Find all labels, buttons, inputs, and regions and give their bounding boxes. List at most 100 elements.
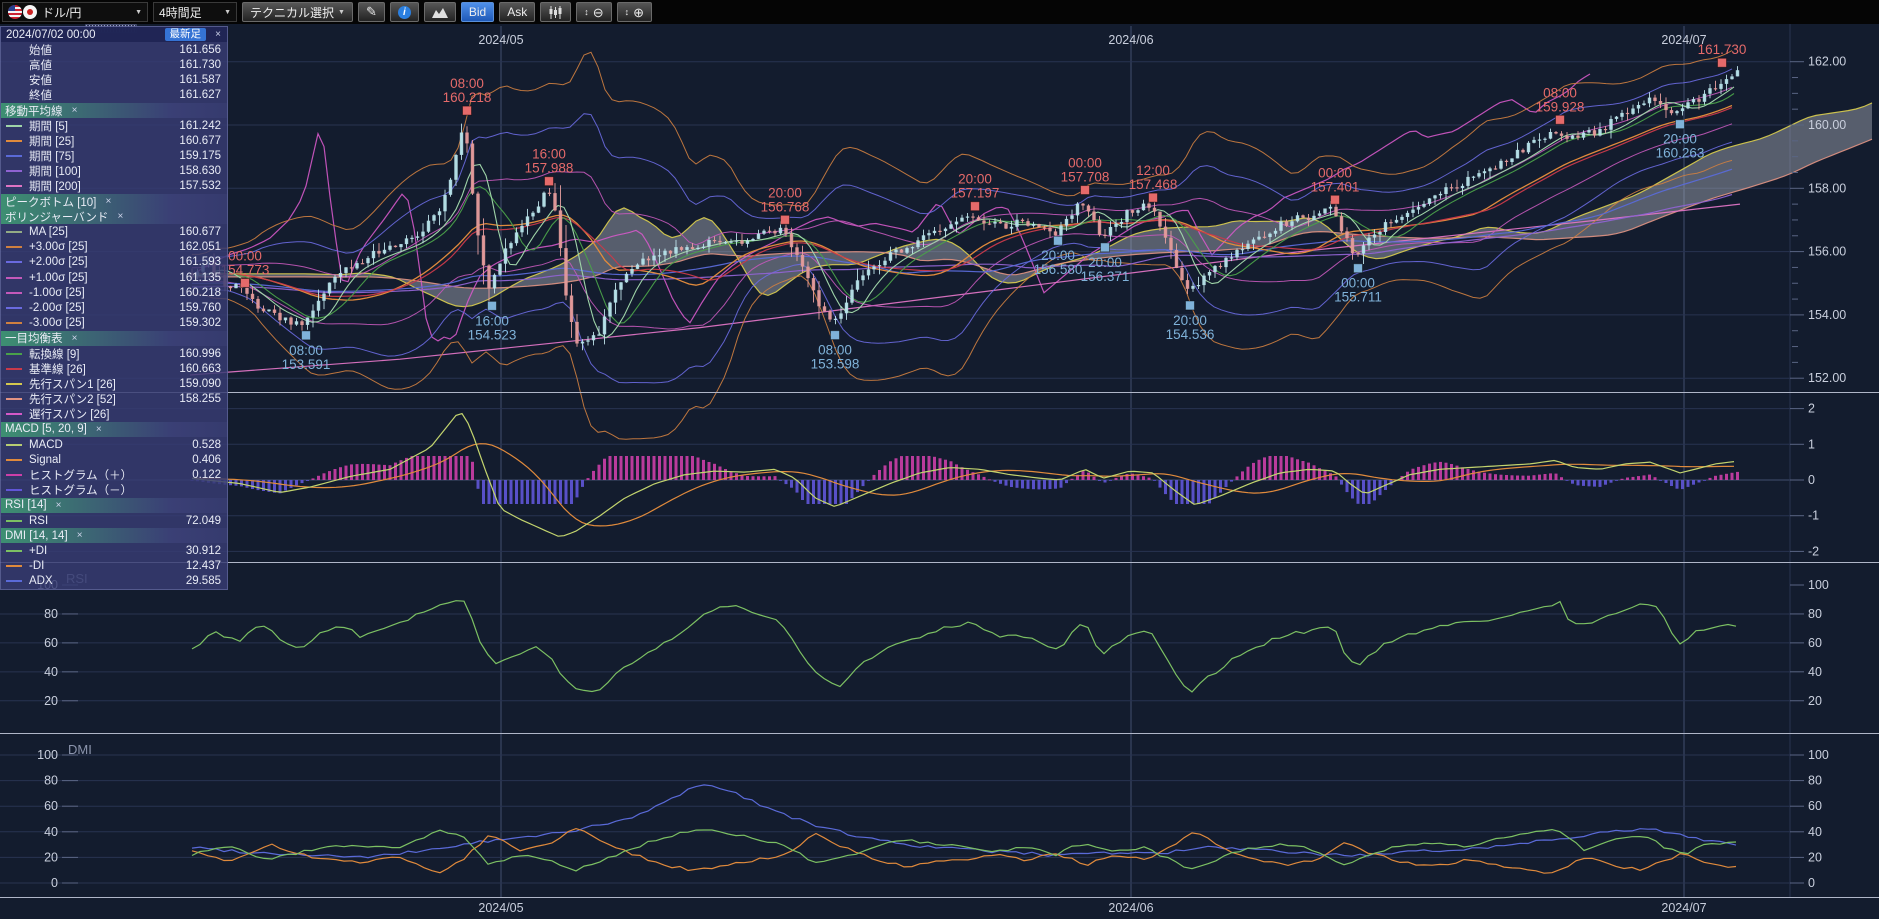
candle-body [1703, 94, 1706, 102]
close-icon[interactable]: × [69, 105, 81, 116]
indicator-label: 先行スパン2 [52] [29, 391, 116, 407]
indicator-label: 転換線 [9] [29, 346, 79, 362]
close-icon[interactable]: × [53, 500, 65, 511]
candle-body [548, 193, 551, 194]
close-icon[interactable]: × [212, 29, 224, 40]
macd-histogram-bar [1648, 475, 1651, 480]
candle-body [1367, 238, 1370, 246]
zoom-out-button[interactable]: ↕⊖ [576, 2, 611, 22]
candle-body [432, 215, 435, 221]
candle-body [471, 144, 474, 194]
chart-style-button[interactable] [424, 2, 456, 22]
candle-body [1499, 161, 1502, 169]
technical-select-button[interactable]: テクニカル選択 ▼ [242, 2, 353, 22]
zoom-in-button[interactable]: ↕⊕ [617, 2, 652, 22]
macd-histogram-bar [1351, 480, 1354, 499]
candle-body [823, 306, 826, 311]
indicator-label: 期間 [25] [29, 133, 74, 149]
macd-histogram-bar [983, 477, 986, 480]
indicator-value: 157.532 [179, 180, 224, 192]
month-label-bottom: 2024/05 [478, 901, 523, 915]
candle-body [636, 265, 639, 269]
indicator-label: 高値 [29, 57, 52, 73]
draw-tool-button[interactable]: ✎ [358, 2, 385, 22]
candle-body [1301, 215, 1304, 217]
macd-histogram-bar [1736, 472, 1739, 480]
bottom-marker [1676, 120, 1685, 129]
candle-body [1010, 227, 1013, 229]
indicator-label: MA [25] [29, 226, 68, 238]
chart-canvas[interactable]: 2024/052024/052024/062024/062024/072024/… [0, 0, 1879, 919]
candle-body [889, 252, 892, 261]
macd-histogram-bar [334, 469, 337, 480]
info-button[interactable]: i [390, 2, 419, 22]
month-label-bottom: 2024/06 [1108, 901, 1153, 915]
candle-body [542, 193, 545, 207]
candle-body [1076, 204, 1079, 216]
line-color-swatch [6, 155, 22, 157]
bid-button[interactable]: Bid [461, 2, 494, 22]
bottom-time-label: 00:00 [1341, 276, 1375, 291]
peak-time-label: 00:00 [228, 248, 262, 263]
candle-body [1048, 228, 1051, 232]
macd-histogram-bar [411, 456, 414, 480]
candle-body [1593, 130, 1596, 135]
candle-body [586, 340, 589, 341]
candle-body [817, 290, 820, 306]
peak-marker [1149, 193, 1158, 202]
macd-histogram-bar [763, 476, 766, 480]
currency-pair-select[interactable]: ドル/円 ▼ [2, 2, 148, 22]
close-icon[interactable]: × [93, 424, 105, 435]
macd-histogram-bar [1236, 476, 1239, 480]
peak-marker [241, 278, 250, 287]
candle-body [1439, 194, 1442, 195]
macd-histogram-bar [691, 456, 694, 480]
macd-histogram-bar [702, 460, 705, 480]
close-icon[interactable]: × [114, 211, 126, 222]
macd-histogram-bar [356, 464, 359, 480]
candle-body [614, 290, 617, 303]
ask-button[interactable]: Ask [499, 2, 535, 22]
close-icon[interactable]: × [74, 530, 86, 541]
indicator-label: MACD [29, 439, 63, 451]
macd-histogram-bar [697, 458, 700, 481]
macd-histogram-bar [988, 479, 991, 480]
line-color-swatch [6, 185, 22, 187]
candlestick-icon [548, 6, 563, 19]
candle-body [691, 247, 694, 249]
macd-histogram-bar [631, 456, 634, 480]
candle-body [1670, 110, 1673, 113]
line-color-swatch [6, 580, 22, 582]
indicator-label: +1.00σ [25] [29, 272, 88, 284]
close-icon[interactable]: × [102, 196, 114, 207]
macd-histogram-bar [1632, 477, 1635, 480]
rsi-axis-label: 80 [1808, 607, 1822, 621]
candle-body [1197, 285, 1200, 286]
candle-body [1472, 177, 1475, 178]
candle-body [757, 234, 760, 239]
line-color-swatch [6, 261, 22, 263]
macd-histogram-bar [1148, 478, 1151, 480]
indicator-row: 高値 161.730 [1, 57, 227, 72]
macd-histogram-bar [636, 456, 639, 480]
macd-histogram-bar [647, 456, 650, 480]
macd-axis-label: -1 [1808, 509, 1819, 523]
candle-body [1571, 136, 1574, 139]
indicator-label: RSI [29, 515, 48, 527]
candle-body [1444, 187, 1447, 194]
peak-time-label: 20:00 [768, 185, 802, 200]
candlestick-mode-button[interactable] [540, 2, 571, 22]
candle-body [1312, 216, 1315, 220]
candle-body [1186, 280, 1189, 289]
us-flag-icon [8, 5, 22, 19]
indicator-row: -2.00σ [25] 159.760 [1, 300, 227, 315]
candle-body [1296, 215, 1299, 221]
timeframe-select[interactable]: 4時間足 ▼ [153, 2, 237, 22]
close-icon[interactable]: × [69, 333, 81, 344]
candle-body [504, 248, 507, 263]
candle-body [768, 231, 771, 232]
candle-body [372, 251, 375, 258]
bottom-price-label: 160.263 [1656, 146, 1705, 161]
candle-body [289, 318, 292, 325]
macd-histogram-bar [438, 456, 441, 480]
